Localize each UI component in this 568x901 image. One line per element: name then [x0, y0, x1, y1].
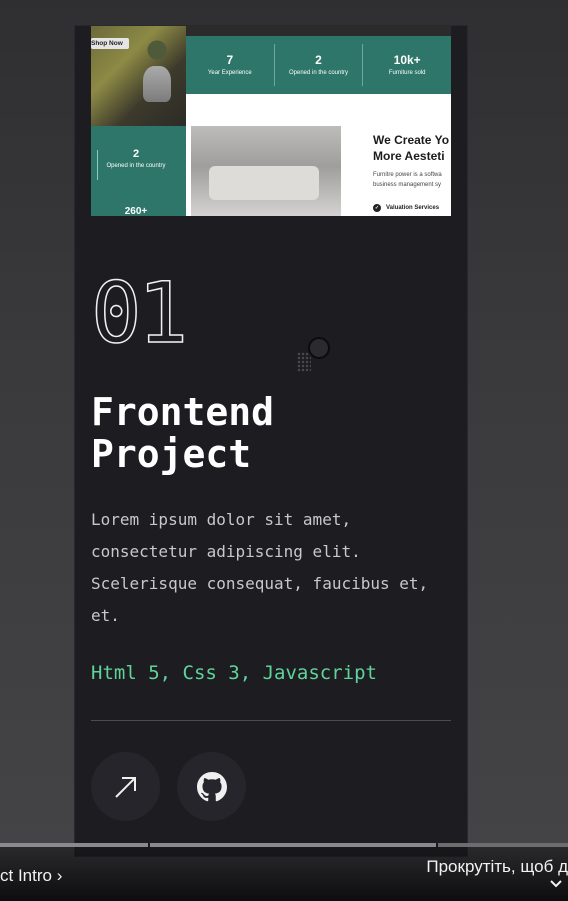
custom-cursor: [308, 337, 330, 359]
side-stat-number: 2: [132, 148, 140, 160]
stat-number: 7: [226, 53, 234, 67]
headline-line-2: More Aesteti: [373, 149, 445, 163]
thumbnail-stats-bar: 7 Year Experience 2 Opened in the countr…: [186, 36, 451, 94]
github-icon: [196, 771, 227, 801]
github-button[interactable]: [177, 752, 246, 821]
project-tech-stack: Html 5, Css 3, Javascript: [91, 662, 377, 684]
scroll-hint: Прокрутіть, щоб д: [426, 857, 568, 876]
chevron-down-icon[interactable]: [549, 878, 563, 890]
project-card: Shop Now 7 Year Experience 2 Opened in t…: [75, 26, 467, 856]
sofa-image: [191, 126, 341, 216]
thumbnail-headline: We Create Yo More Aesteti: [373, 132, 451, 164]
side-stat-label: Opened in the country: [106, 163, 166, 169]
stat-number: 2: [315, 53, 322, 67]
thumbnail-service-item: ✓ Valuation Services: [373, 204, 439, 212]
thumbnail-shop-button: Shop Now: [91, 38, 129, 49]
thumbnail-paragraph: Furnitre power is a softwa business mana…: [373, 170, 451, 190]
project-number: 01: [90, 264, 189, 362]
live-demo-button[interactable]: [91, 752, 160, 821]
stat-item: 10k+ Furniture sold: [363, 44, 451, 86]
stat-item: 7 Year Experience: [186, 44, 275, 86]
plant-image: [145, 26, 169, 66]
stat-label: Furniture sold: [388, 70, 426, 76]
project-title: Frontend Project: [91, 390, 275, 476]
service-label: Valuation Services: [386, 205, 440, 211]
vase-image: [143, 66, 171, 102]
side-stat-number-2: 260+: [124, 206, 148, 216]
project-thumbnail[interactable]: Shop Now 7 Year Experience 2 Opened in t…: [91, 26, 451, 216]
cursor-trail: [297, 352, 311, 372]
stat-label: Opened in the country: [288, 70, 349, 76]
stat-label: Year Experience: [207, 70, 252, 76]
thumbnail-side-stats: 2 Opened in the country 260+: [91, 126, 186, 216]
chapter-link[interactable]: ct Intro ›: [0, 866, 62, 886]
check-icon: ✓: [373, 204, 381, 212]
stat-number: 10k+: [393, 53, 421, 67]
chapter-title: ct Intro: [0, 866, 52, 885]
para-line-2: business management sy: [373, 182, 442, 188]
project-description: Lorem ipsum dolor sit amet, consectetur …: [91, 510, 429, 625]
chevron-right-icon: ›: [56, 866, 63, 885]
stat-item: 2 Opened in the country: [275, 44, 364, 86]
para-line-1: Furnitre power is a softwa: [373, 172, 442, 178]
thumbnail-header-strip: [186, 26, 451, 36]
divider: [91, 720, 451, 721]
arrow-up-right-icon: [114, 776, 136, 798]
headline-line-1: We Create Yo: [373, 133, 450, 147]
